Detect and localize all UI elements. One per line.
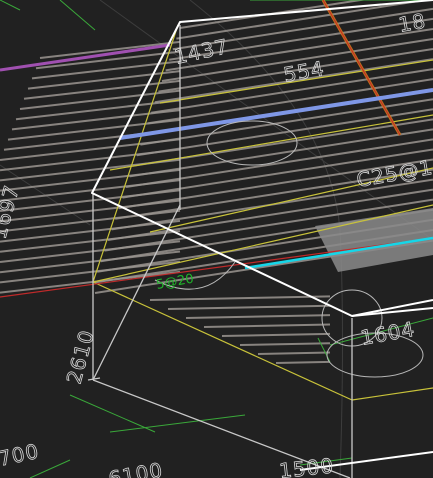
cad-drawing-viewport[interactable]: 1437 554 18 C25@150 1604 2610 700 6100 1… xyxy=(0,0,433,478)
cad-drawing-canvas[interactable]: 1437 554 18 C25@150 1604 2610 700 6100 1… xyxy=(0,0,433,478)
hatch-stripe xyxy=(275,360,331,364)
dim-text-18: 18 xyxy=(397,9,428,37)
